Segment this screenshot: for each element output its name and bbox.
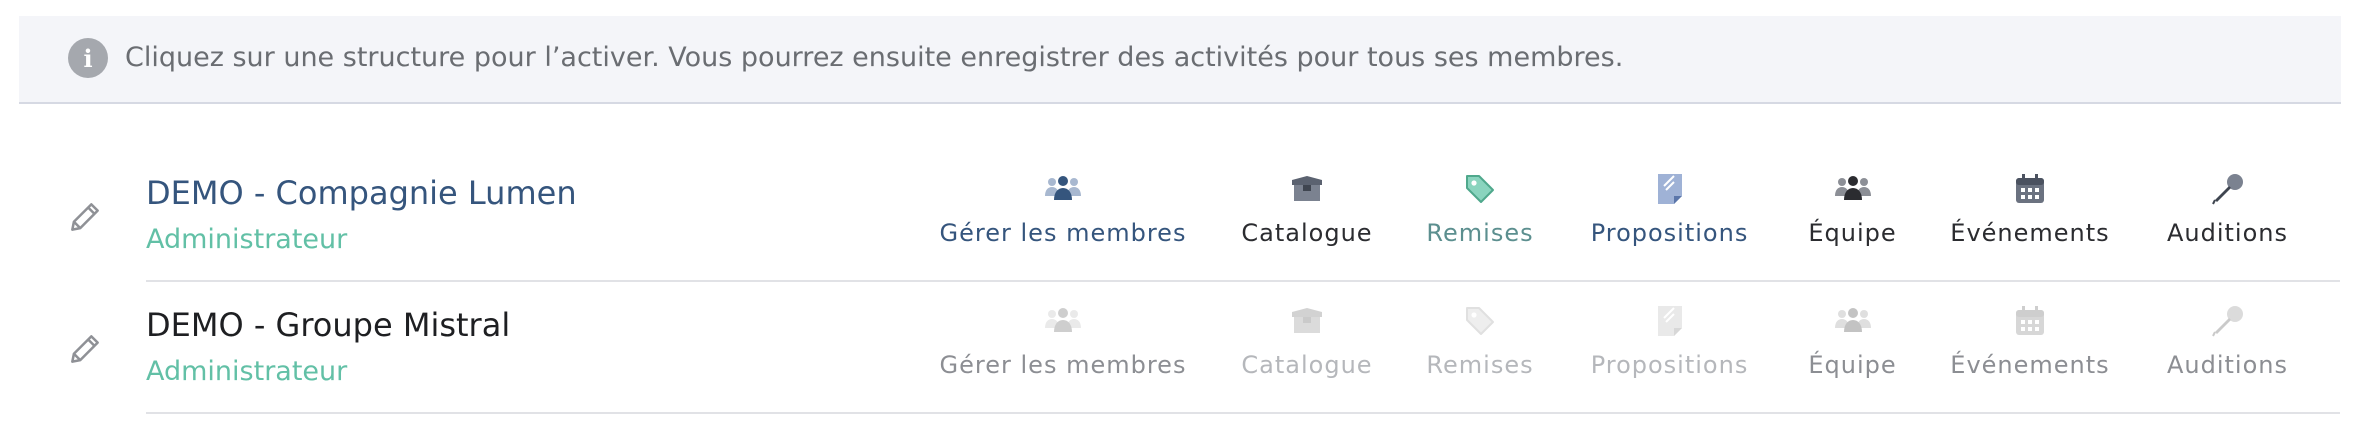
tag-icon [1461,302,1499,340]
catalog-button[interactable]: Catalogue [1232,302,1382,380]
proposals-button[interactable]: Propositions [1590,302,1749,380]
action-label: Équipe [1808,219,1897,247]
structure-name[interactable]: DEMO - Compagnie Lumen [146,172,577,214]
team-button[interactable]: Équipe [1800,170,1905,248]
events-button[interactable]: Événements [1950,302,2110,380]
row-divider [146,412,2340,414]
action-label: Remises [1426,219,1534,247]
microphone-icon [2209,170,2247,208]
auditions-button[interactable]: Auditions [2160,302,2295,380]
tag-icon [1461,170,1499,208]
users-icon [1044,170,1082,208]
action-label: Catalogue [1241,351,1373,379]
calendar-icon [2011,170,2049,208]
info-message: Cliquez sur une structure pour l’activer… [125,42,1624,73]
events-button[interactable]: Événements [1950,170,2110,248]
action-label: Gérer les membres [939,351,1187,379]
action-label: Auditions [2166,219,2288,247]
action-label: Propositions [1590,351,1749,379]
structure-row[interactable]: DEMO - Compagnie Lumen Administrateur Gé… [0,150,2360,282]
structure-role: Administrateur [146,224,348,255]
discounts-button[interactable]: Remises [1420,170,1540,248]
team-icon [1834,302,1872,340]
proposals-button[interactable]: Propositions [1590,170,1749,248]
box-icon [1288,170,1326,208]
auditions-button[interactable]: Auditions [2160,170,2295,248]
structure-row[interactable]: DEMO - Groupe Mistral Administrateur Gér… [0,282,2360,414]
pencil-icon[interactable] [66,198,104,236]
pencil-icon[interactable] [66,330,104,368]
action-label: Remises [1426,351,1534,379]
discounts-button[interactable]: Remises [1420,302,1540,380]
structure-role: Administrateur [146,356,348,387]
document-icon [1651,302,1689,340]
catalog-button[interactable]: Catalogue [1232,170,1382,248]
action-label: Gérer les membres [939,219,1187,247]
action-label: Auditions [2166,351,2288,379]
manage-members-button[interactable]: Gérer les membres [940,302,1185,380]
info-banner: i Cliquez sur une structure pour l’activ… [19,16,2341,104]
box-icon [1288,302,1326,340]
document-icon [1651,170,1689,208]
action-label: Équipe [1808,351,1897,379]
manage-members-button[interactable]: Gérer les membres [940,170,1185,248]
users-icon [1044,302,1082,340]
action-label: Événements [1950,219,2110,247]
info-icon: i [68,38,108,78]
structure-name[interactable]: DEMO - Groupe Mistral [146,304,510,346]
calendar-icon [2011,302,2049,340]
action-label: Catalogue [1241,219,1373,247]
team-icon [1834,170,1872,208]
action-label: Événements [1950,351,2110,379]
action-label: Propositions [1590,219,1749,247]
team-button[interactable]: Équipe [1800,302,1905,380]
microphone-icon [2209,302,2247,340]
